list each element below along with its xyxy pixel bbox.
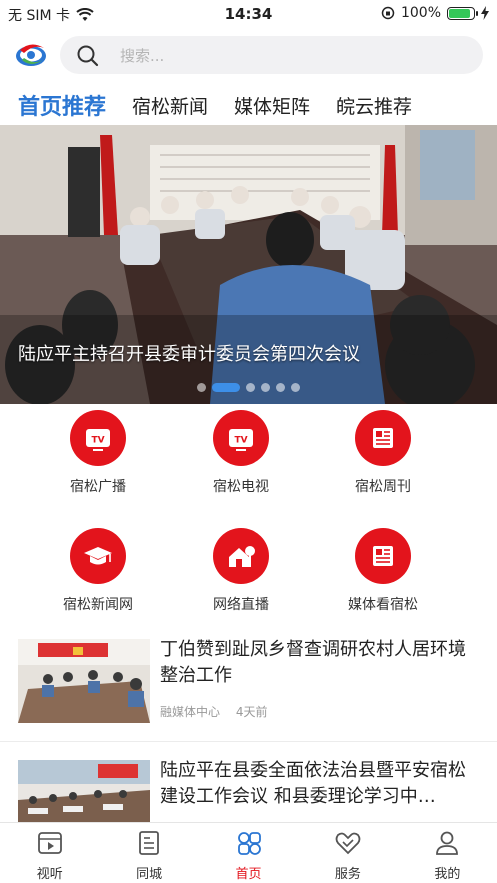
battery-percent: 100% <box>400 5 441 21</box>
shortcut-susong-news-web[interactable]: 宿松新闻网 <box>27 528 169 614</box>
shortcut-live-stream[interactable]: 网络直播 <box>170 528 312 614</box>
svg-text:TV: TV <box>91 436 104 446</box>
carousel-dot[interactable] <box>246 383 255 392</box>
app-logo <box>16 44 46 66</box>
shortcut-label: 宿松新闻网 <box>63 597 133 613</box>
app-header <box>0 30 497 80</box>
search-bar[interactable] <box>60 36 483 76</box>
tv-icon: TV <box>229 429 253 451</box>
carousel-dot[interactable] <box>291 383 300 392</box>
newspaper-icon <box>373 546 393 566</box>
home-grid-icon <box>237 832 261 855</box>
tab-susong-news[interactable]: 宿松新闻 <box>132 92 208 119</box>
news-thumbnail <box>18 639 150 723</box>
document-icon <box>139 831 160 855</box>
nav-label: 首页 <box>235 867 262 882</box>
newspaper-icon <box>373 428 393 448</box>
news-title: 陆应平在县委全面依法治县暨平安宿松建设工作会议 和县委理论学习中… <box>160 760 466 807</box>
tab-wanyun-recommend[interactable]: 皖云推荐 <box>336 92 412 119</box>
house-icon <box>229 546 255 567</box>
search-input[interactable] <box>118 36 462 76</box>
banner-carousel[interactable]: 陆应平主持召开县委审计委员会第四次会议 <box>0 125 497 404</box>
nav-label: 视听 <box>36 867 63 882</box>
orientation-lock-icon <box>381 6 395 20</box>
bottom-nav: 视听 同城 首页 服务 我的 <box>0 822 497 883</box>
news-item[interactable]: 丁伯赞到趾凤乡督查调研农村人居环境整治工作 融媒体中心 4天前 <box>0 639 497 749</box>
handshake-icon <box>335 832 361 855</box>
shortcut-susong-tv[interactable]: TV 宿松电视 <box>170 410 312 496</box>
tab-home-recommend[interactable]: 首页推荐 <box>18 89 106 121</box>
shortcut-label: 宿松周刊 <box>355 479 411 495</box>
nav-same-city[interactable]: 同城 <box>99 823 198 883</box>
carousel-dot[interactable] <box>261 383 270 392</box>
tab-media-matrix[interactable]: 媒体矩阵 <box>234 92 310 119</box>
video-icon <box>37 832 62 854</box>
status-bar: 无 SIM 卡 14:34 100% <box>0 0 497 28</box>
category-tabs: 首页推荐 宿松新闻 媒体矩阵 皖云推荐 <box>0 86 497 124</box>
nav-service[interactable]: 服务 <box>298 823 397 883</box>
news-source: 融媒体中心 <box>160 705 221 719</box>
search-icon[interactable] <box>76 44 100 68</box>
shortcut-susong-weekly[interactable]: 宿松周刊 <box>312 410 454 496</box>
svg-text:TV: TV <box>234 436 247 446</box>
shortcut-label: 宿松广播 <box>70 479 126 495</box>
nav-mine[interactable]: 我的 <box>398 823 497 883</box>
carousel-dot-active[interactable] <box>212 383 240 392</box>
nav-label: 我的 <box>434 867 461 882</box>
carousel-indicator <box>0 383 497 392</box>
carousel-dot[interactable] <box>197 383 206 392</box>
banner-caption: 陆应平主持召开县委审计委员会第四次会议 <box>18 344 360 365</box>
nav-label: 服务 <box>334 867 361 882</box>
shortcut-label: 宿松电视 <box>213 479 269 495</box>
charging-icon <box>481 6 489 20</box>
news-meta: 融媒体中心 4天前 <box>160 703 279 720</box>
news-time: 4天前 <box>235 705 268 719</box>
shortcut-susong-radio[interactable]: TV 宿松广播 <box>27 410 169 496</box>
news-title: 丁伯赞到趾凤乡督查调研农村人居环境整治工作 <box>160 639 466 686</box>
graduation-cap-icon <box>84 547 112 565</box>
carousel-dot[interactable] <box>276 383 285 392</box>
nav-label: 同城 <box>136 867 163 882</box>
battery-icon <box>447 6 478 20</box>
shortcut-label: 媒体看宿松 <box>348 597 418 613</box>
user-icon <box>436 831 459 855</box>
shortcut-media-view-susong[interactable]: 媒体看宿松 <box>312 528 454 614</box>
nav-audio-video[interactable]: 视听 <box>0 823 99 883</box>
nav-home[interactable]: 首页 <box>199 823 298 883</box>
divider <box>0 741 497 742</box>
tv-icon: TV <box>86 429 110 451</box>
shortcut-label: 网络直播 <box>213 597 269 613</box>
